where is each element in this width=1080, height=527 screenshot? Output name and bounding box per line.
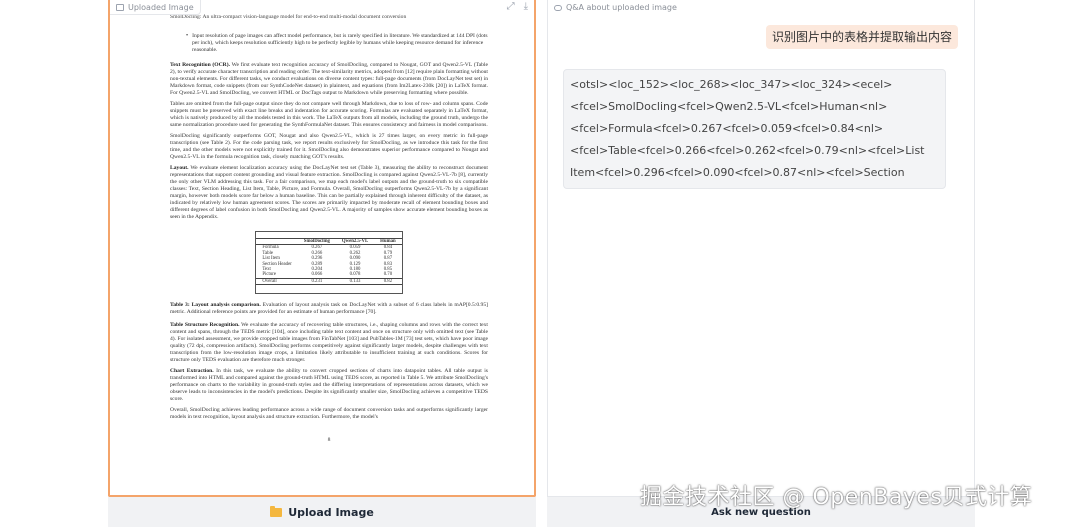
paragraph-tsr: Table Structure Recognition. We evaluate… <box>170 322 488 364</box>
upload-image-label: Upload Image <box>288 505 374 519</box>
bullet-icon: • <box>186 33 189 39</box>
paragraph-chart-body: In this task, we evaluate the ability to… <box>170 368 488 403</box>
table-cell: Overall <box>262 278 277 284</box>
page-number: 8 <box>327 437 331 444</box>
uploaded-image-tag-label: Uploaded Image <box>128 2 194 12</box>
bot-message-line: <fcel>SmolDocling<fcel>Qwen2.5-VL<fcel>H… <box>570 100 888 113</box>
qa-tag-label: Q&A about uploaded image <box>566 3 677 12</box>
heading-chart: Chart Extraction. <box>170 368 214 375</box>
image-icon <box>116 3 124 11</box>
bot-message-line: <fcel>Formula<fcel>0.267<fcel>0.059<fcel… <box>570 122 884 135</box>
image-toolbar: ⤢ ⤓ <box>507 1 528 12</box>
user-message: 识别图片中的表格并提取输出内容 <box>765 25 958 49</box>
bullet-text: Input resolution of page images can affe… <box>192 33 488 53</box>
running-header: SmolDocling: An ultra-compact vision-lan… <box>170 14 407 20</box>
paragraph-chart: Chart Extraction. In this task, we evalu… <box>170 368 488 403</box>
download-icon[interactable]: ⤓ <box>524 1 528 12</box>
paragraph-results: SmolDocling significantly outperforms GO… <box>170 133 488 160</box>
heading-tsr: Table Structure Recognition. <box>170 322 240 329</box>
app-root: Uploaded Image ⤢ ⤓ SmolDocling: An ultra… <box>0 0 1080 527</box>
layout-table-frame: SmolDocling Qwen2.5-VL Human Formula 0.26… <box>255 231 403 295</box>
uploaded-image-tag: Uploaded Image <box>110 0 201 15</box>
paragraph-layout-body: We evaluate element localization accurac… <box>170 165 488 220</box>
bot-message-line: <fcel>Table<fcel>0.266<fcel>0.262<fcel>0… <box>570 144 925 157</box>
paragraph-ocr: Text Recognition (OCR). We first evaluat… <box>170 62 488 97</box>
heading-ocr: Text Recognition (OCR). <box>170 62 230 68</box>
fullscreen-icon[interactable]: ⤢ <box>507 1 515 12</box>
qa-tag: Q&A about uploaded image <box>548 0 683 15</box>
paragraph-tsr-body: We evaluate the accuracy of recovering t… <box>170 322 488 364</box>
upload-image-button[interactable]: Upload Image <box>108 497 536 527</box>
folder-icon <box>270 505 283 517</box>
table-caption: Table 3: Layout analysis comparison. Eva… <box>170 302 488 316</box>
bot-message-line: Item<fcel>0.296<fcel>0.090<fcel>0.87<nl>… <box>570 166 905 179</box>
table-cell: 0.82 <box>383 278 393 284</box>
paragraph-tables: Tables are omitted from the full-page ou… <box>170 101 488 128</box>
bot-message-line: <otsl><loc_152><loc_268><loc_347><loc_32… <box>570 78 893 91</box>
table-cell: 0.231 <box>311 278 323 284</box>
paragraph-overall: Overall, SmolDocling achieves leading pe… <box>170 407 488 421</box>
table-cell: 0.133 <box>349 278 361 284</box>
bot-message: <otsl><loc_152><loc_268><loc_347><loc_32… <box>563 69 946 189</box>
document-page-image: SmolDocling: An ultra-compact vision-lan… <box>170 14 488 444</box>
bullet-item: • Input resolution of page images can af… <box>186 33 488 54</box>
table-row-overall: Overall 0.231 0.133 0.82 <box>256 278 402 285</box>
uploaded-image-panel: Uploaded Image ⤢ ⤓ SmolDocling: An ultra… <box>108 0 536 497</box>
table-caption-head: Table 3: Layout analysis comparison. <box>170 302 261 309</box>
watermark: 掘金技术社区 @ OpenBayes贝式计算 <box>640 485 1033 510</box>
heading-layout: Layout. <box>170 165 189 171</box>
paragraph-layout: Layout. We evaluate element localization… <box>170 165 488 221</box>
layout-table: SmolDocling Qwen2.5-VL Human Formula 0.26… <box>256 238 402 285</box>
chat-icon <box>554 4 562 11</box>
qa-panel: Q&A about uploaded image 识别图片中的表格并提取输出内容… <box>547 0 975 497</box>
